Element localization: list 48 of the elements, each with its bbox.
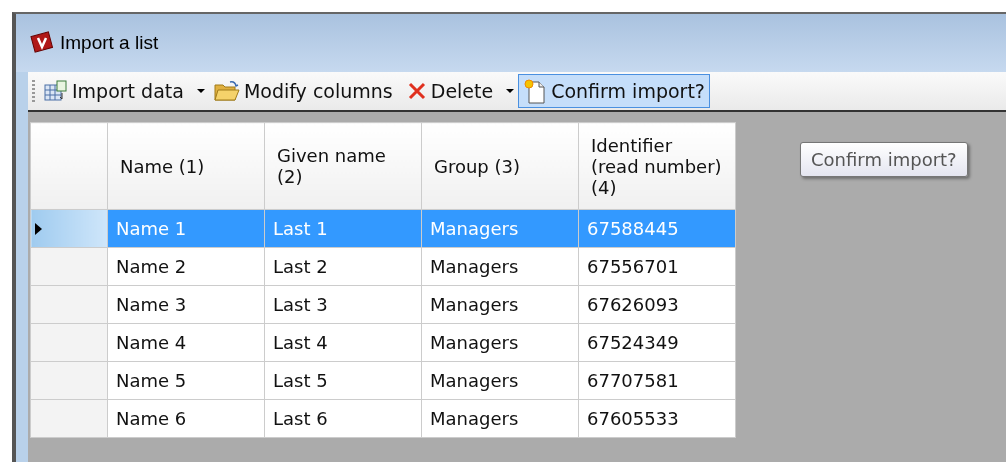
table-cell: Managers xyxy=(421,209,579,248)
table-cell: Name 2 xyxy=(107,247,265,286)
table-cell: Last 6 xyxy=(264,399,422,438)
toolbar-button[interactable]: Modify columns xyxy=(208,74,398,108)
table-cell: Managers xyxy=(421,399,579,438)
caret-icon[interactable] xyxy=(506,89,515,93)
table-cell: Name 4 xyxy=(107,323,265,362)
table-cell: Name 6 xyxy=(107,399,265,438)
window-title: Import a list xyxy=(60,32,159,54)
table-cell: Name 3 xyxy=(107,285,265,324)
table-cell: Managers xyxy=(421,361,579,400)
table-cell: Last 3 xyxy=(264,285,422,324)
column-header[interactable]: Name (1) xyxy=(107,122,265,210)
row-header[interactable] xyxy=(30,361,108,400)
toolbar-button[interactable]: Delete xyxy=(401,74,499,108)
column-header[interactable]: Group (3) xyxy=(421,122,579,210)
row-header[interactable] xyxy=(30,247,108,286)
app-logo-icon xyxy=(30,31,54,55)
table-cell: Last 4 xyxy=(264,323,422,362)
table-cell: 67605533 xyxy=(578,399,736,438)
row-header[interactable] xyxy=(30,323,108,362)
row-header[interactable] xyxy=(30,209,108,248)
table-cell: Last 2 xyxy=(264,247,422,286)
row-header[interactable] xyxy=(30,285,108,324)
row-header[interactable] xyxy=(30,399,108,438)
table-cell: Managers xyxy=(421,247,579,286)
table-cell: 67588445 xyxy=(578,209,736,248)
table-cell: 67707581 xyxy=(578,361,736,400)
table-cell: Last 1 xyxy=(264,209,422,248)
table-cell: Managers xyxy=(421,323,579,362)
table-cell: 67626093 xyxy=(578,285,736,324)
tooltip: Confirm import? xyxy=(800,142,968,177)
table-cell: Name 5 xyxy=(107,361,265,400)
table-cell: Last 5 xyxy=(264,361,422,400)
table-cell: 67524349 xyxy=(578,323,736,362)
toolbar-button[interactable]: Import data xyxy=(39,74,189,108)
table-icon xyxy=(44,80,68,102)
table-cell: 67556701 xyxy=(578,247,736,286)
table-cell: Name 1 xyxy=(107,209,265,248)
caret-icon[interactable] xyxy=(196,89,205,93)
toolbar-button[interactable]: Confirm import? xyxy=(518,74,710,108)
column-header[interactable]: Given name (2) xyxy=(264,122,422,210)
table-cell: Managers xyxy=(421,285,579,324)
close-icon xyxy=(406,81,427,101)
current-row-icon xyxy=(35,223,42,235)
document-icon xyxy=(523,78,548,104)
folder-icon xyxy=(213,80,240,102)
column-header[interactable]: Identifier (read number) (4) xyxy=(578,122,736,210)
